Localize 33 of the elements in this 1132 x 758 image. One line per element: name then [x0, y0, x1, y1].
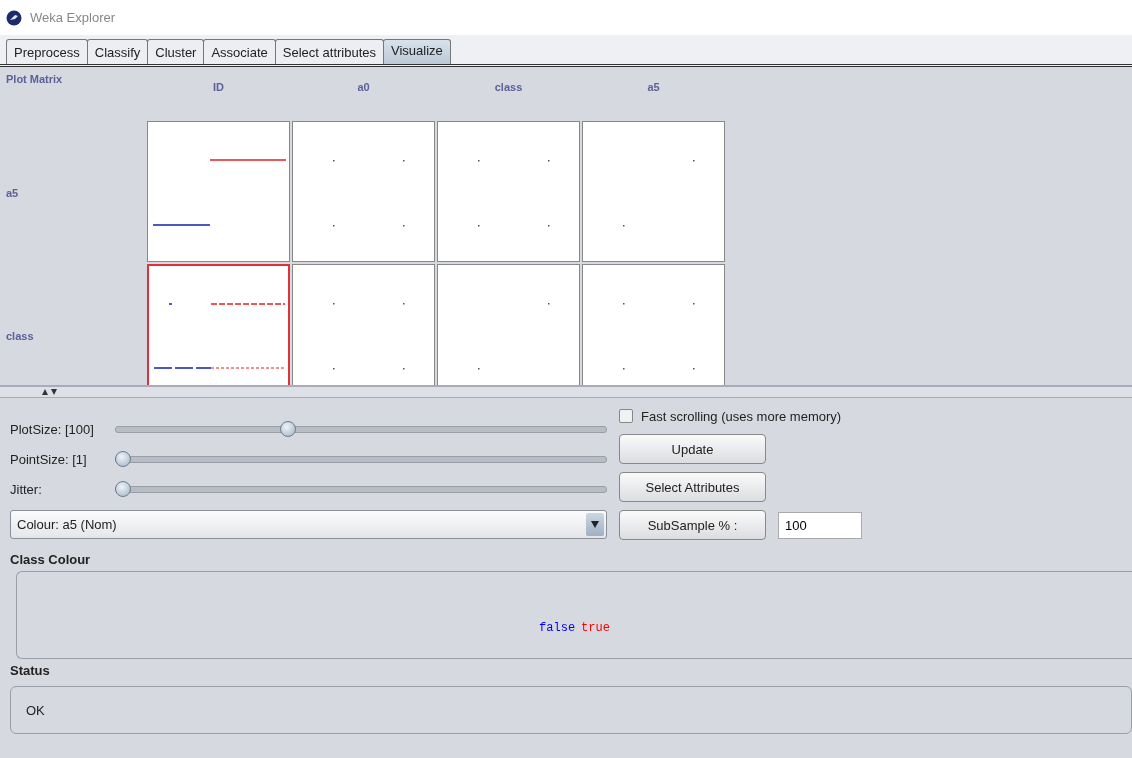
plot-matrix-title: Plot Matrix	[6, 73, 64, 85]
slider-label: Jitter:	[10, 481, 43, 497]
slider[interactable]	[115, 450, 607, 468]
expand-collapse-icon[interactable]	[42, 389, 58, 395]
row-label: class	[6, 329, 34, 342]
slider-thumb[interactable]	[115, 481, 131, 497]
slider[interactable]	[115, 480, 607, 498]
tab[interactable]: Preprocess	[6, 39, 88, 64]
checkbox[interactable]	[619, 409, 633, 423]
column-label: a0	[356, 80, 371, 95]
section-title: Class Colour	[9, 551, 92, 569]
window-title: Weka Explorer	[30, 10, 115, 25]
column-label: ID	[212, 80, 225, 95]
row-label: a5	[6, 186, 19, 199]
subsample-field[interactable]: 100	[778, 511, 862, 539]
slider-thumb[interactable]	[279, 421, 296, 437]
slider-label: PlotSize: [100]	[10, 421, 95, 437]
colour-dropdown[interactable]: Colour: a5 (Nom)	[10, 510, 607, 539]
column-label: class	[493, 80, 524, 95]
status-text: OK	[26, 702, 45, 718]
class-label[interactable]: false	[539, 621, 576, 635]
checkbox-label: Fast scrolling (uses more memory)	[641, 408, 842, 424]
dropdown-value: Colour: a5 (Nom)	[17, 517, 117, 532]
slider-thumb[interactable]	[115, 451, 131, 467]
action-button[interactable]: Select Attributes	[619, 472, 766, 502]
column-label: a5	[646, 80, 661, 95]
section-title: Status	[9, 662, 51, 680]
tab[interactable]: Visualize	[383, 39, 451, 64]
bird-logo-icon	[6, 9, 22, 26]
subsample-button[interactable]: SubSample % :	[619, 510, 766, 540]
action-button[interactable]: Update	[619, 434, 766, 464]
slider-label: PointSize: [1]	[10, 451, 88, 467]
slider[interactable]	[115, 420, 607, 438]
